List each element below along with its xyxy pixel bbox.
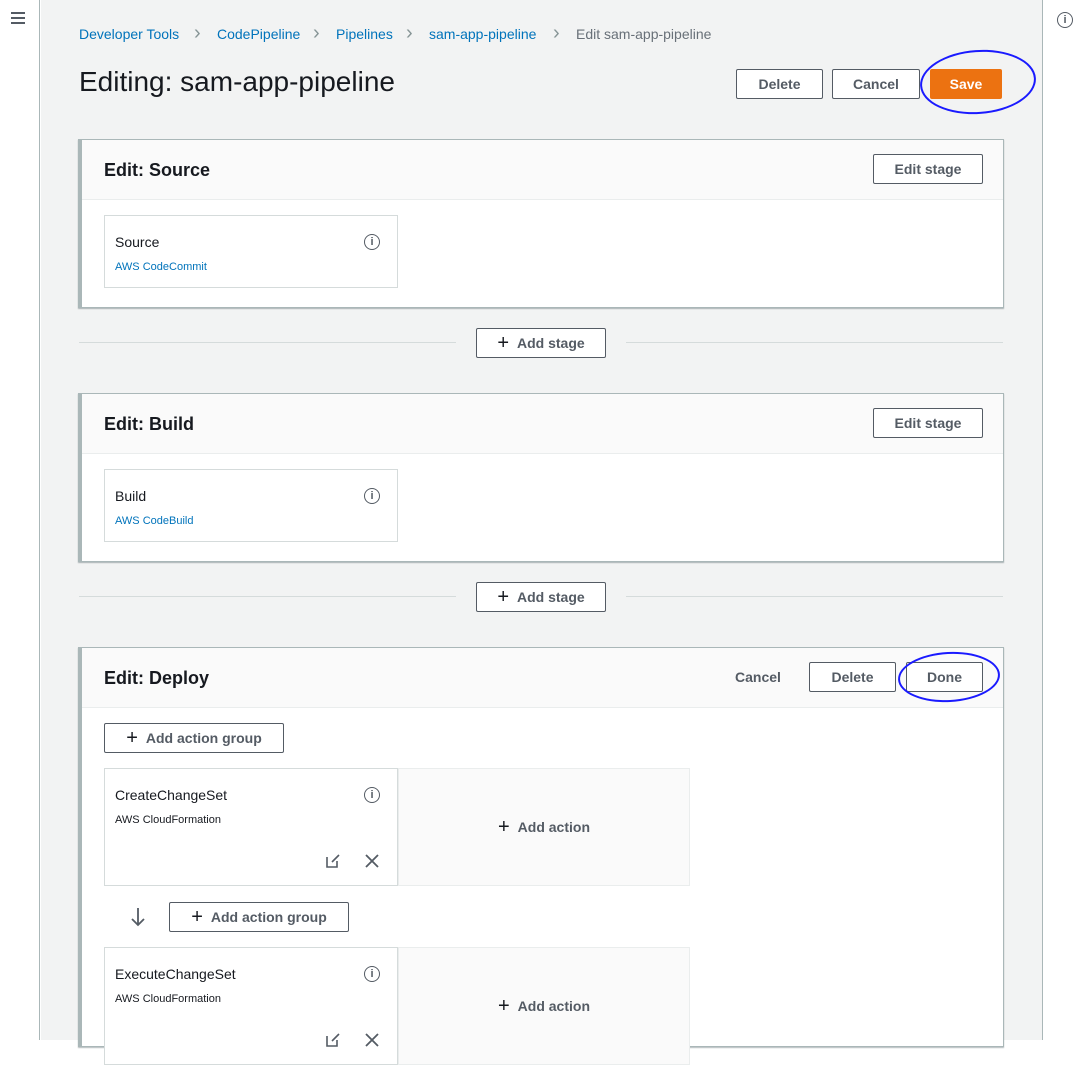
divider-line: [79, 342, 456, 343]
add-action-group-label: Add action group: [210, 909, 327, 925]
cancel-button[interactable]: Cancel: [832, 69, 920, 99]
edit-icon[interactable]: [325, 853, 341, 869]
breadcrumb-developer-tools[interactable]: Developer Tools: [79, 26, 179, 42]
action-name: ExecuteChangeSet: [115, 966, 236, 982]
page-title: Editing: sam-app-pipeline: [79, 66, 395, 97]
add-action-label: Add action: [517, 819, 591, 835]
close-icon[interactable]: [364, 1032, 380, 1048]
breadcrumb-chevron-icon: ›: [194, 22, 201, 44]
breadcrumb-chevron-icon: ›: [406, 22, 413, 44]
breadcrumb-pipelines[interactable]: Pipelines: [336, 26, 393, 42]
stage-source: Edit: Source Edit stage Source AWS CodeC…: [78, 139, 1004, 308]
action-name: CreateChangeSet: [115, 787, 228, 803]
action-card-build[interactable]: Build AWS CodeBuild i: [104, 469, 398, 542]
info-icon[interactable]: i: [364, 787, 380, 803]
action-provider: AWS CloudFormation: [115, 993, 221, 1005]
add-action-group-label: Add action group: [145, 730, 262, 746]
info-icon[interactable]: i: [364, 488, 380, 504]
info-icon[interactable]: i: [364, 234, 380, 250]
plus-icon: +: [497, 816, 510, 838]
stage-deploy: Edit: Deploy Cancel Delete Done + Add act…: [78, 647, 1004, 1065]
edit-icon[interactable]: [325, 1032, 341, 1048]
add-stage-label: Add stage: [517, 589, 585, 605]
info-icon[interactable]: i: [1057, 12, 1073, 28]
stage-title: Edit: Source: [104, 160, 211, 180]
breadcrumb-chevron-icon: ›: [553, 22, 560, 44]
add-action-area[interactable]: + Add action: [398, 947, 690, 1065]
add-action-group-button[interactable]: + Add action group: [104, 723, 284, 753]
plus-icon: +: [497, 332, 509, 354]
action-card-source[interactable]: Source AWS CodeCommit i: [104, 215, 398, 288]
arrow-down-icon: [131, 908, 145, 927]
add-stage-button[interactable]: + Add stage: [476, 582, 606, 612]
stage-title: Edit: Build: [104, 414, 194, 434]
stage-header: Edit: Build Edit stage: [82, 394, 1003, 454]
stage-header: Edit: Deploy Cancel Delete Done: [82, 648, 1003, 708]
delete-stage-button[interactable]: Delete: [809, 662, 896, 692]
add-stage-button[interactable]: + Add stage: [476, 328, 606, 358]
divider-line: [626, 596, 1003, 597]
add-stage-label: Add stage: [517, 335, 585, 351]
action-card-executechangeset[interactable]: ExecuteChangeSet AWS CloudFormation i: [104, 947, 398, 1065]
breadcrumb-chevron-icon: ›: [313, 22, 320, 44]
action-provider-link[interactable]: AWS CodeBuild: [115, 515, 193, 527]
help-panel-strip: i: [1042, 0, 1083, 1040]
plus-icon: +: [191, 906, 203, 928]
plus-icon: +: [126, 727, 138, 749]
breadcrumb-pipeline[interactable]: sam-app-pipeline: [429, 26, 536, 42]
delete-pipeline-button[interactable]: Delete: [736, 69, 823, 99]
action-name: Build: [115, 488, 147, 504]
plus-icon: +: [497, 995, 510, 1017]
edit-stage-button[interactable]: Edit stage: [873, 408, 983, 438]
menu-icon[interactable]: [11, 12, 27, 26]
edit-stage-button[interactable]: Edit stage: [873, 154, 983, 184]
divider-line: [626, 342, 1003, 343]
cancel-stage-button[interactable]: Cancel: [722, 662, 794, 692]
stage-build: Edit: Build Edit stage Build AWS CodeBui…: [78, 393, 1004, 562]
add-action-area[interactable]: + Add action: [398, 768, 690, 886]
close-icon[interactable]: [364, 853, 380, 869]
add-action-group-button[interactable]: + Add action group: [169, 902, 349, 932]
stage-title: Edit: Deploy: [104, 668, 210, 688]
action-name: Source: [115, 234, 160, 250]
add-action-label: Add action: [517, 998, 591, 1014]
divider-line: [79, 596, 456, 597]
plus-icon: +: [497, 586, 509, 608]
side-navigation-strip: [0, 0, 40, 1040]
action-provider-link[interactable]: AWS CodeCommit: [115, 261, 207, 273]
stage-header: Edit: Source Edit stage: [82, 140, 1003, 200]
action-card-createchangeset[interactable]: CreateChangeSet AWS CloudFormation i: [104, 768, 398, 886]
breadcrumb-codepipeline[interactable]: CodePipeline: [217, 26, 300, 42]
action-provider: AWS CloudFormation: [115, 814, 221, 826]
info-icon[interactable]: i: [364, 966, 380, 982]
breadcrumb-current: Edit sam-app-pipeline: [576, 26, 712, 42]
